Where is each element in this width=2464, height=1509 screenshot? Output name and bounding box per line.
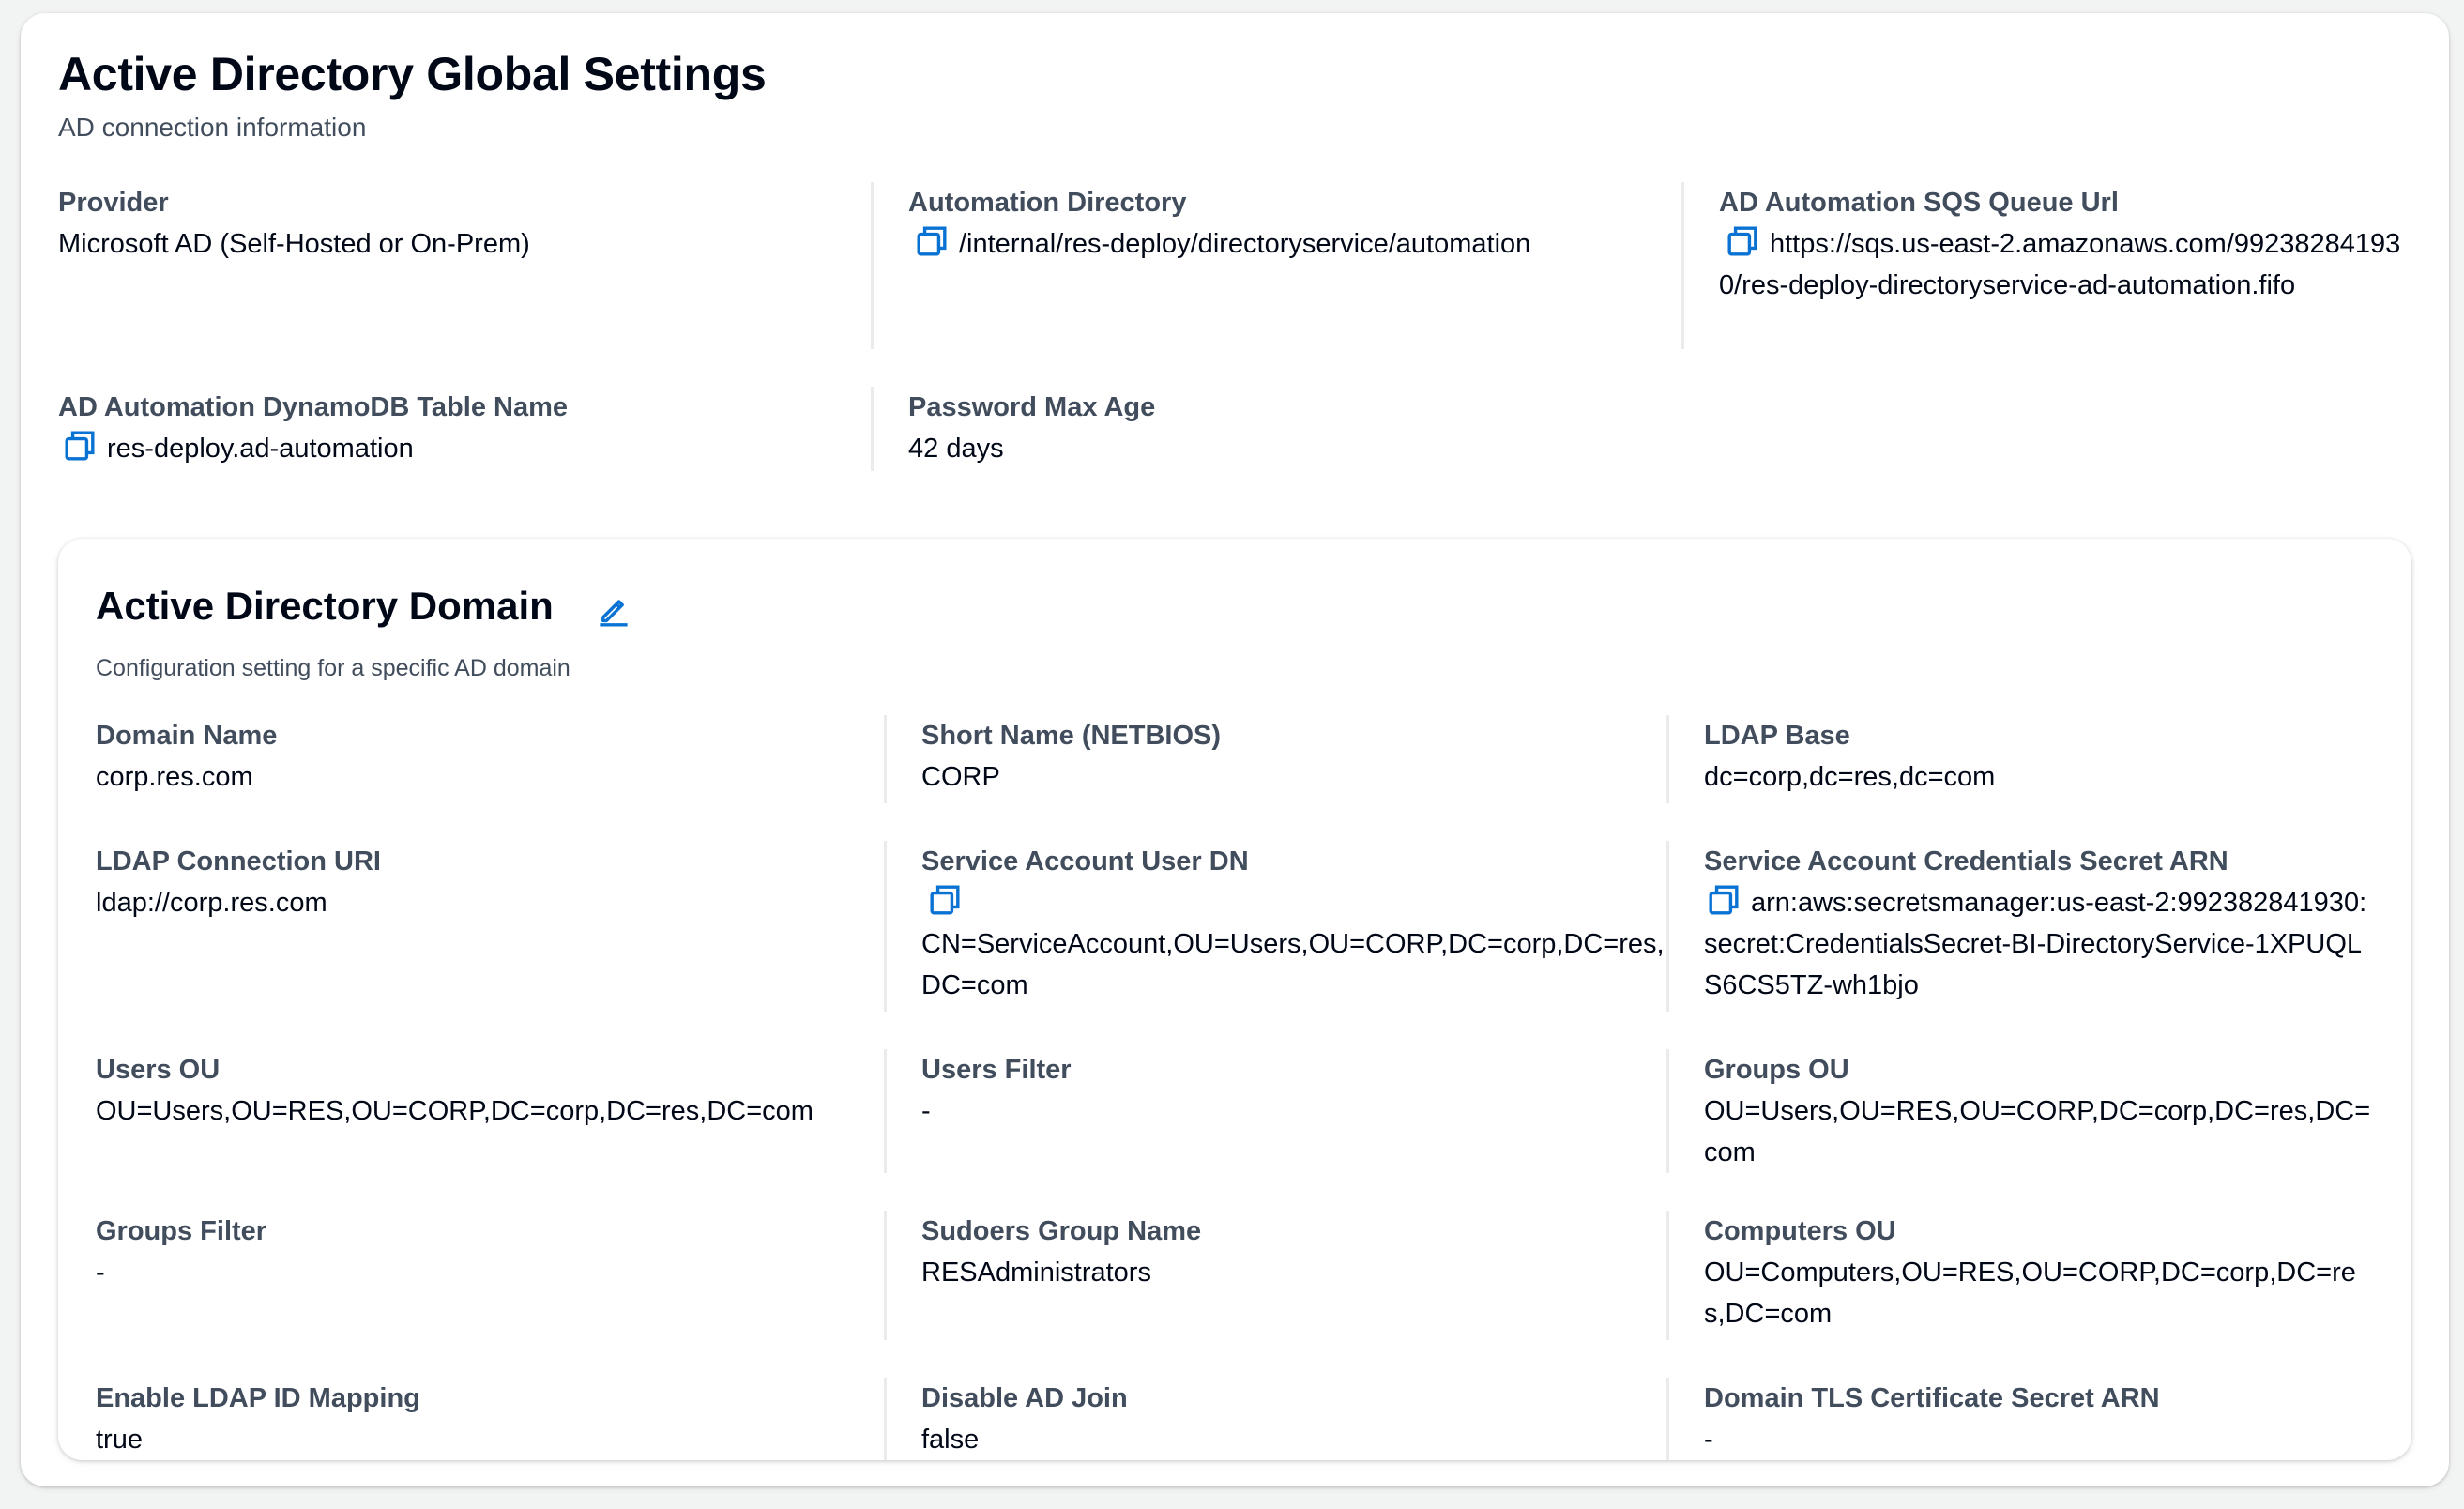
section-title: Active Directory Domain bbox=[96, 584, 554, 628]
field-computers-ou: Computers OU OU=Computers,OU=RES,OU=CORP… bbox=[1666, 1211, 2374, 1378]
field-label: LDAP Base bbox=[1704, 721, 1850, 751]
field-value: - bbox=[921, 1096, 931, 1126]
field-groups-ou: Groups OU OU=Users,OU=RES,OU=CORP,DC=cor… bbox=[1666, 1049, 2374, 1211]
copy-icon[interactable] bbox=[64, 430, 96, 462]
field-dynamodb-table-name: AD Automation DynamoDB Table Name res-de… bbox=[58, 387, 871, 471]
field-value: corp.res.com bbox=[96, 762, 253, 792]
field-value: OU=Users,OU=RES,OU=CORP,DC=corp,DC=res,D… bbox=[96, 1096, 814, 1126]
field-label: Users Filter bbox=[921, 1055, 1072, 1085]
field-value: - bbox=[1704, 1425, 1713, 1455]
field-users-filter: Users Filter - bbox=[884, 1049, 1666, 1211]
field-short-name: Short Name (NETBIOS) CORP bbox=[884, 715, 1666, 841]
field-label: Service Account User DN bbox=[921, 846, 1249, 876]
field-label: Short Name (NETBIOS) bbox=[921, 721, 1222, 751]
section-description: Configuration setting for a specific AD … bbox=[96, 655, 570, 681]
field-value: true bbox=[96, 1425, 143, 1455]
field-service-account-credentials-secret-arn: Service Account Credentials Secret ARN a… bbox=[1666, 841, 2374, 1049]
field-value: OU=Users,OU=RES,OU=CORP,DC=corp,DC=res,D… bbox=[1704, 1096, 2371, 1167]
field-value: Microsoft AD (Self-Hosted or On-Prem) bbox=[58, 229, 530, 259]
edit-pencil-icon[interactable] bbox=[597, 593, 631, 627]
field-label: Sudoers Group Name bbox=[921, 1216, 1202, 1246]
field-label: Users OU bbox=[96, 1055, 221, 1085]
field-enable-ldap-id-mapping: Enable LDAP ID Mapping true bbox=[96, 1378, 884, 1498]
ad-domain-header: Active Directory Domain Configuration se… bbox=[96, 580, 631, 685]
field-label: Enable LDAP ID Mapping bbox=[96, 1383, 420, 1413]
field-sudoers-group-name: Sudoers Group Name RESAdministrators bbox=[884, 1211, 1666, 1378]
field-label: Service Account Credentials Secret ARN bbox=[1704, 846, 2228, 876]
ad-domain-grid: Domain Name corp.res.com Short Name (NET… bbox=[96, 715, 2374, 1498]
field-label: LDAP Connection URI bbox=[96, 846, 381, 876]
field-disable-ad-join: Disable AD Join false bbox=[884, 1378, 1666, 1498]
field-label: AD Automation DynamoDB Table Name bbox=[58, 392, 568, 422]
field-label: Disable AD Join bbox=[921, 1383, 1128, 1413]
field-value: - bbox=[96, 1258, 105, 1288]
ad-domain-container: Active Directory Domain Configuration se… bbox=[58, 539, 2411, 1460]
field-label: Groups OU bbox=[1704, 1055, 1849, 1085]
field-label: Password Max Age bbox=[908, 392, 1156, 422]
global-settings-header: Active Directory Global Settings AD conn… bbox=[58, 45, 767, 146]
field-value: arn:aws:secretsmanager:us-east-2:9923828… bbox=[1704, 888, 2367, 1000]
field-label: AD Automation SQS Queue Url bbox=[1719, 188, 2119, 218]
field-ldap-connection-uri: LDAP Connection URI ldap://corp.res.com bbox=[96, 841, 884, 1049]
copy-icon[interactable] bbox=[929, 884, 961, 916]
field-domain-name: Domain Name corp.res.com bbox=[96, 715, 884, 841]
copy-icon[interactable] bbox=[1708, 884, 1740, 916]
global-settings-container: Active Directory Global Settings AD conn… bbox=[21, 13, 2449, 1486]
field-label: Domain Name bbox=[96, 721, 278, 751]
page-title: Active Directory Global Settings bbox=[58, 48, 767, 100]
field-value: res-deploy.ad-automation bbox=[107, 434, 414, 464]
field-password-max-age: Password Max Age 42 days bbox=[871, 387, 1681, 471]
field-value: RESAdministrators bbox=[921, 1258, 1151, 1288]
page-description: AD connection information bbox=[58, 113, 367, 142]
field-label: Domain TLS Certificate Secret ARN bbox=[1704, 1383, 2160, 1413]
copy-icon[interactable] bbox=[1726, 225, 1758, 257]
field-value: dc=corp,dc=res,dc=com bbox=[1704, 762, 1996, 792]
field-label: Groups Filter bbox=[96, 1216, 267, 1246]
field-value: /internal/res-deploy/directoryservice/au… bbox=[959, 229, 1531, 259]
field-value: 42 days bbox=[908, 434, 1004, 464]
field-value: OU=Computers,OU=RES,OU=CORP,DC=corp,DC=r… bbox=[1704, 1258, 2356, 1329]
global-settings-grid: Provider Microsoft AD (Self-Hosted or On… bbox=[58, 182, 2411, 471]
field-groups-filter: Groups Filter - bbox=[96, 1211, 884, 1378]
field-sqs-queue-url: AD Automation SQS Queue Url https://sqs.… bbox=[1681, 182, 2411, 349]
copy-icon[interactable] bbox=[916, 225, 948, 257]
field-users-ou: Users OU OU=Users,OU=RES,OU=CORP,DC=corp… bbox=[96, 1049, 884, 1211]
field-ldap-base: LDAP Base dc=corp,dc=res,dc=com bbox=[1666, 715, 2374, 841]
field-label: Provider bbox=[58, 188, 169, 218]
field-value: ldap://corp.res.com bbox=[96, 888, 327, 918]
field-service-account-user-dn: Service Account User DN CN=ServiceAccoun… bbox=[884, 841, 1666, 1049]
field-automation-directory: Automation Directory /internal/res-deplo… bbox=[871, 182, 1681, 349]
field-label: Computers OU bbox=[1704, 1216, 1896, 1246]
empty-cell bbox=[1681, 387, 2411, 471]
field-domain-tls-certificate-secret-arn: Domain TLS Certificate Secret ARN - bbox=[1666, 1378, 2374, 1498]
field-value: CN=ServiceAccount,OU=Users,OU=CORP,DC=co… bbox=[921, 929, 1665, 1000]
field-value: https://sqs.us-east-2.amazonaws.com/9923… bbox=[1719, 229, 2401, 300]
field-value: CORP bbox=[921, 762, 1000, 792]
field-label: Automation Directory bbox=[908, 188, 1187, 218]
field-provider: Provider Microsoft AD (Self-Hosted or On… bbox=[58, 182, 871, 349]
field-value: false bbox=[921, 1425, 980, 1455]
